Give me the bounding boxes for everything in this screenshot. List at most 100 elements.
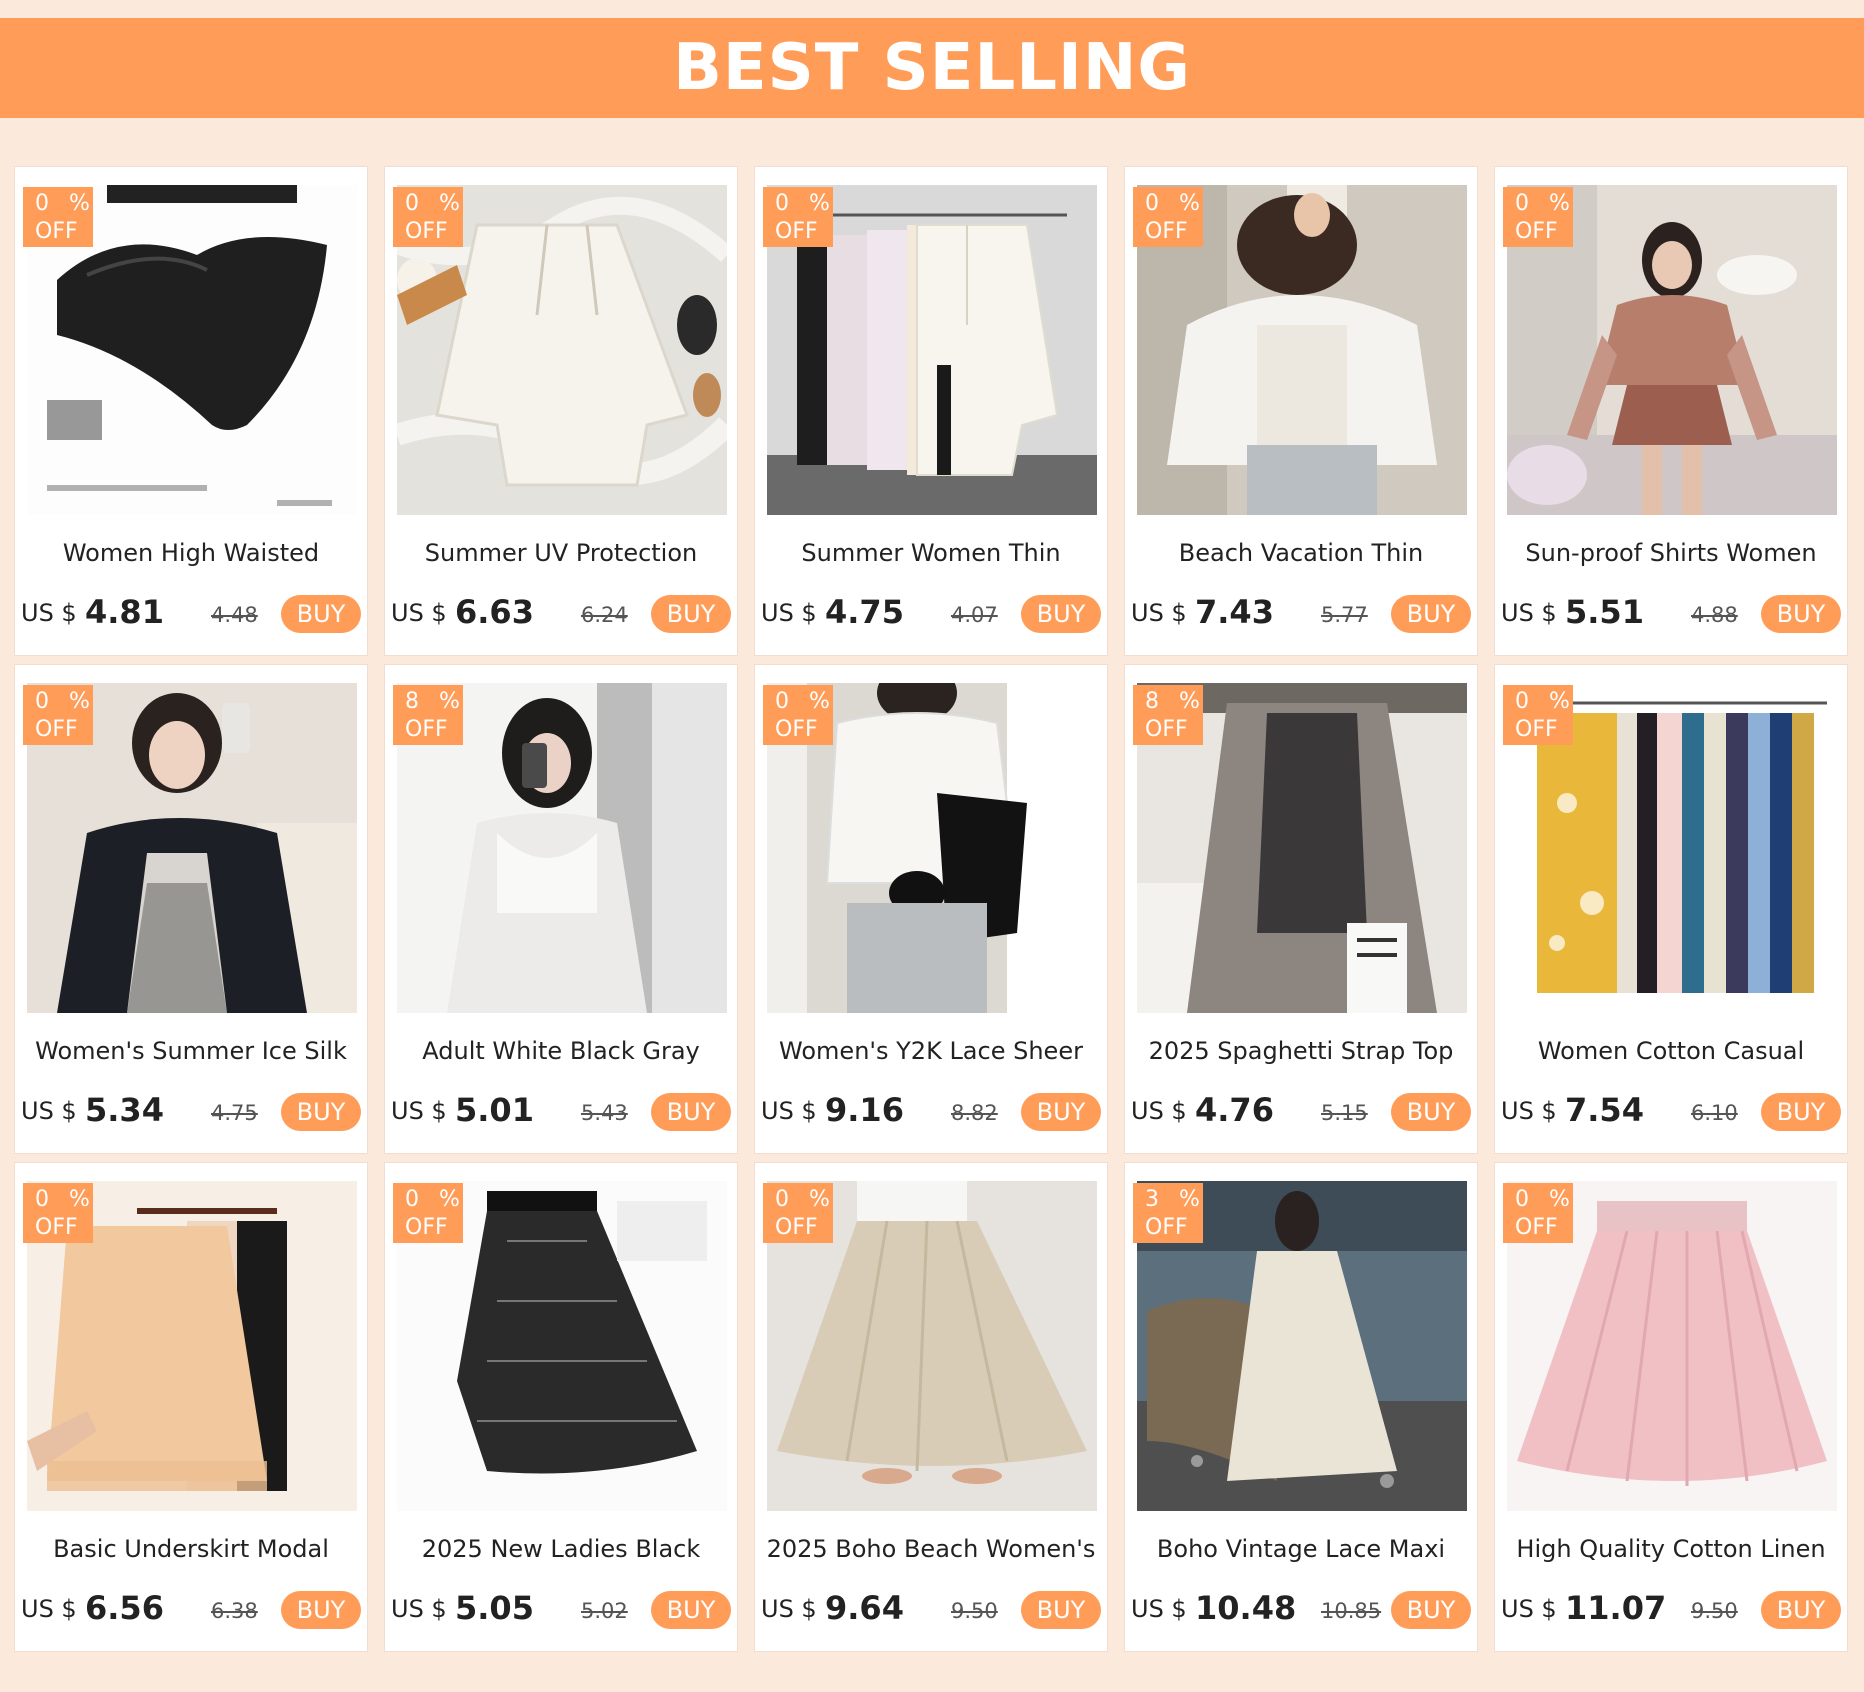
discount-off-label: OFF	[1515, 1215, 1558, 1240]
discount-value: 0	[775, 1187, 789, 1212]
discount-value: 0	[1515, 191, 1529, 216]
product-title[interactable]: Boho Vintage Lace Maxi	[1131, 1535, 1471, 1563]
banner-title: BEST SELLING	[673, 31, 1191, 105]
buy-button[interactable]: BUY	[1021, 1093, 1101, 1131]
product-card[interactable]: 0 % OFF Women's Summer Ice Silk US $ 5.3…	[14, 664, 368, 1154]
discount-value: 0	[775, 191, 789, 216]
product-card[interactable]: 0 % OFF Women Cotton Casual US $ 7.54 6.…	[1494, 664, 1848, 1154]
currency-label: US $	[761, 599, 817, 627]
discount-badge: 0 % OFF	[23, 187, 93, 247]
discount-off-label: OFF	[35, 219, 78, 244]
discount-badge: 0 % OFF	[1503, 187, 1573, 247]
original-price: 5.15	[1321, 1101, 1368, 1125]
product-title[interactable]: Women High Waisted	[21, 539, 361, 567]
product-card[interactable]: 3 % OFF Boho Vintage Lace Maxi US $ 10.4…	[1124, 1162, 1478, 1652]
product-title[interactable]: Adult White Black Gray	[391, 1037, 731, 1065]
product-title[interactable]: Summer UV Protection	[391, 539, 731, 567]
buy-button[interactable]: BUY	[651, 1093, 731, 1131]
product-card[interactable]: 0 % OFF Women High Waisted US $ 4.81 4.4…	[14, 166, 368, 656]
product-card[interactable]: 0 % OFF Summer UV Protection US $ 6.63 6…	[384, 166, 738, 656]
original-price: 10.85	[1321, 1599, 1382, 1623]
product-title[interactable]: Beach Vacation Thin	[1131, 539, 1471, 567]
discount-percent: %	[69, 1187, 90, 1212]
product-title[interactable]: High Quality Cotton Linen	[1501, 1535, 1841, 1563]
original-price: 6.38	[211, 1599, 258, 1623]
current-price: 6.56	[85, 1589, 164, 1627]
discount-off-label: OFF	[775, 1215, 818, 1240]
buy-button[interactable]: BUY	[281, 595, 361, 633]
product-title[interactable]: 2025 Boho Beach Women's	[761, 1535, 1101, 1563]
product-title[interactable]: 2025 New Ladies Black	[391, 1535, 731, 1563]
buy-button[interactable]: BUY	[1761, 1591, 1841, 1629]
current-price: 4.76	[1195, 1091, 1274, 1129]
buy-button[interactable]: BUY	[281, 1591, 361, 1629]
buy-button[interactable]: BUY	[281, 1093, 361, 1131]
discount-off-label: OFF	[775, 717, 818, 742]
buy-button[interactable]: BUY	[1391, 1591, 1471, 1629]
product-title[interactable]: Women Cotton Casual	[1501, 1037, 1841, 1065]
buy-button[interactable]: BUY	[651, 1591, 731, 1629]
product-card[interactable]: 0 % OFF 2025 Boho Beach Women's US $ 9.6…	[754, 1162, 1108, 1652]
discount-off-label: OFF	[1515, 717, 1558, 742]
discount-value: 0	[405, 191, 419, 216]
discount-off-label: OFF	[1145, 717, 1188, 742]
discount-badge: 0 % OFF	[393, 187, 463, 247]
price-row: US $ 5.05 5.02 BUY	[391, 1589, 733, 1629]
currency-label: US $	[1131, 599, 1187, 627]
discount-percent: %	[69, 191, 90, 216]
product-title[interactable]: Women's Summer Ice Silk	[21, 1037, 361, 1065]
currency-label: US $	[391, 599, 447, 627]
original-price: 5.02	[581, 1599, 628, 1623]
product-card[interactable]: 0 % OFF Beach Vacation Thin US $ 7.43 5.…	[1124, 166, 1478, 656]
buy-button[interactable]: BUY	[1391, 595, 1471, 633]
discount-badge: 3 % OFF	[1133, 1183, 1203, 1243]
discount-value: 0	[775, 689, 789, 714]
price-row: US $ 6.56 6.38 BUY	[21, 1589, 363, 1629]
current-price: 10.48	[1195, 1589, 1297, 1627]
product-title[interactable]: Summer Women Thin	[761, 539, 1101, 567]
price-row: US $ 9.64 9.50 BUY	[761, 1589, 1103, 1629]
buy-button[interactable]: BUY	[1761, 1093, 1841, 1131]
buy-button[interactable]: BUY	[1021, 1591, 1101, 1629]
discount-percent: %	[809, 689, 830, 714]
discount-value: 0	[35, 689, 49, 714]
product-title[interactable]: Sun-proof Shirts Women	[1501, 539, 1841, 567]
discount-percent: %	[1179, 191, 1200, 216]
discount-percent: %	[1179, 1187, 1200, 1212]
current-price: 5.34	[85, 1091, 164, 1129]
currency-label: US $	[21, 1097, 77, 1125]
buy-button[interactable]: BUY	[1021, 595, 1101, 633]
price-row: US $ 9.16 8.82 BUY	[761, 1091, 1103, 1131]
price-row: US $ 4.75 4.07 BUY	[761, 593, 1103, 633]
product-title[interactable]: Women's Y2K Lace Sheer	[761, 1037, 1101, 1065]
discount-badge: 0 % OFF	[23, 685, 93, 745]
current-price: 4.81	[85, 593, 164, 631]
product-card[interactable]: 0 % OFF High Quality Cotton Linen US $ 1…	[1494, 1162, 1848, 1652]
discount-off-label: OFF	[1145, 1215, 1188, 1240]
discount-badge: 0 % OFF	[763, 187, 833, 247]
product-card[interactable]: 0 % OFF Women's Y2K Lace Sheer US $ 9.16…	[754, 664, 1108, 1154]
buy-button[interactable]: BUY	[651, 595, 731, 633]
product-card[interactable]: 0 % OFF Basic Underskirt Modal US $ 6.56…	[14, 1162, 368, 1652]
product-card[interactable]: 0 % OFF Summer Women Thin US $ 4.75 4.07…	[754, 166, 1108, 656]
price-row: US $ 7.54 6.10 BUY	[1501, 1091, 1843, 1131]
discount-off-label: OFF	[35, 1215, 78, 1240]
buy-button[interactable]: BUY	[1391, 1093, 1471, 1131]
buy-button[interactable]: BUY	[1761, 595, 1841, 633]
product-card[interactable]: 8 % OFF Adult White Black Gray US $ 5.01…	[384, 664, 738, 1154]
product-card[interactable]: 8 % OFF 2025 Spaghetti Strap Top US $ 4.…	[1124, 664, 1478, 1154]
discount-badge: 0 % OFF	[1133, 187, 1203, 247]
product-card[interactable]: 0 % OFF Sun-proof Shirts Women US $ 5.51…	[1494, 166, 1848, 656]
price-row: US $ 5.34 4.75 BUY	[21, 1091, 363, 1131]
price-row: US $ 11.07 9.50 BUY	[1501, 1589, 1843, 1629]
current-price: 7.54	[1565, 1091, 1644, 1129]
original-price: 8.82	[951, 1101, 998, 1125]
discount-off-label: OFF	[405, 219, 448, 244]
product-title[interactable]: 2025 Spaghetti Strap Top	[1131, 1037, 1471, 1065]
product-title[interactable]: Basic Underskirt Modal	[21, 1535, 361, 1563]
price-row: US $ 6.63 6.24 BUY	[391, 593, 733, 633]
original-price: 5.77	[1321, 603, 1368, 627]
discount-percent: %	[1179, 689, 1200, 714]
currency-label: US $	[761, 1595, 817, 1623]
product-card[interactable]: 0 % OFF 2025 New Ladies Black US $ 5.05 …	[384, 1162, 738, 1652]
